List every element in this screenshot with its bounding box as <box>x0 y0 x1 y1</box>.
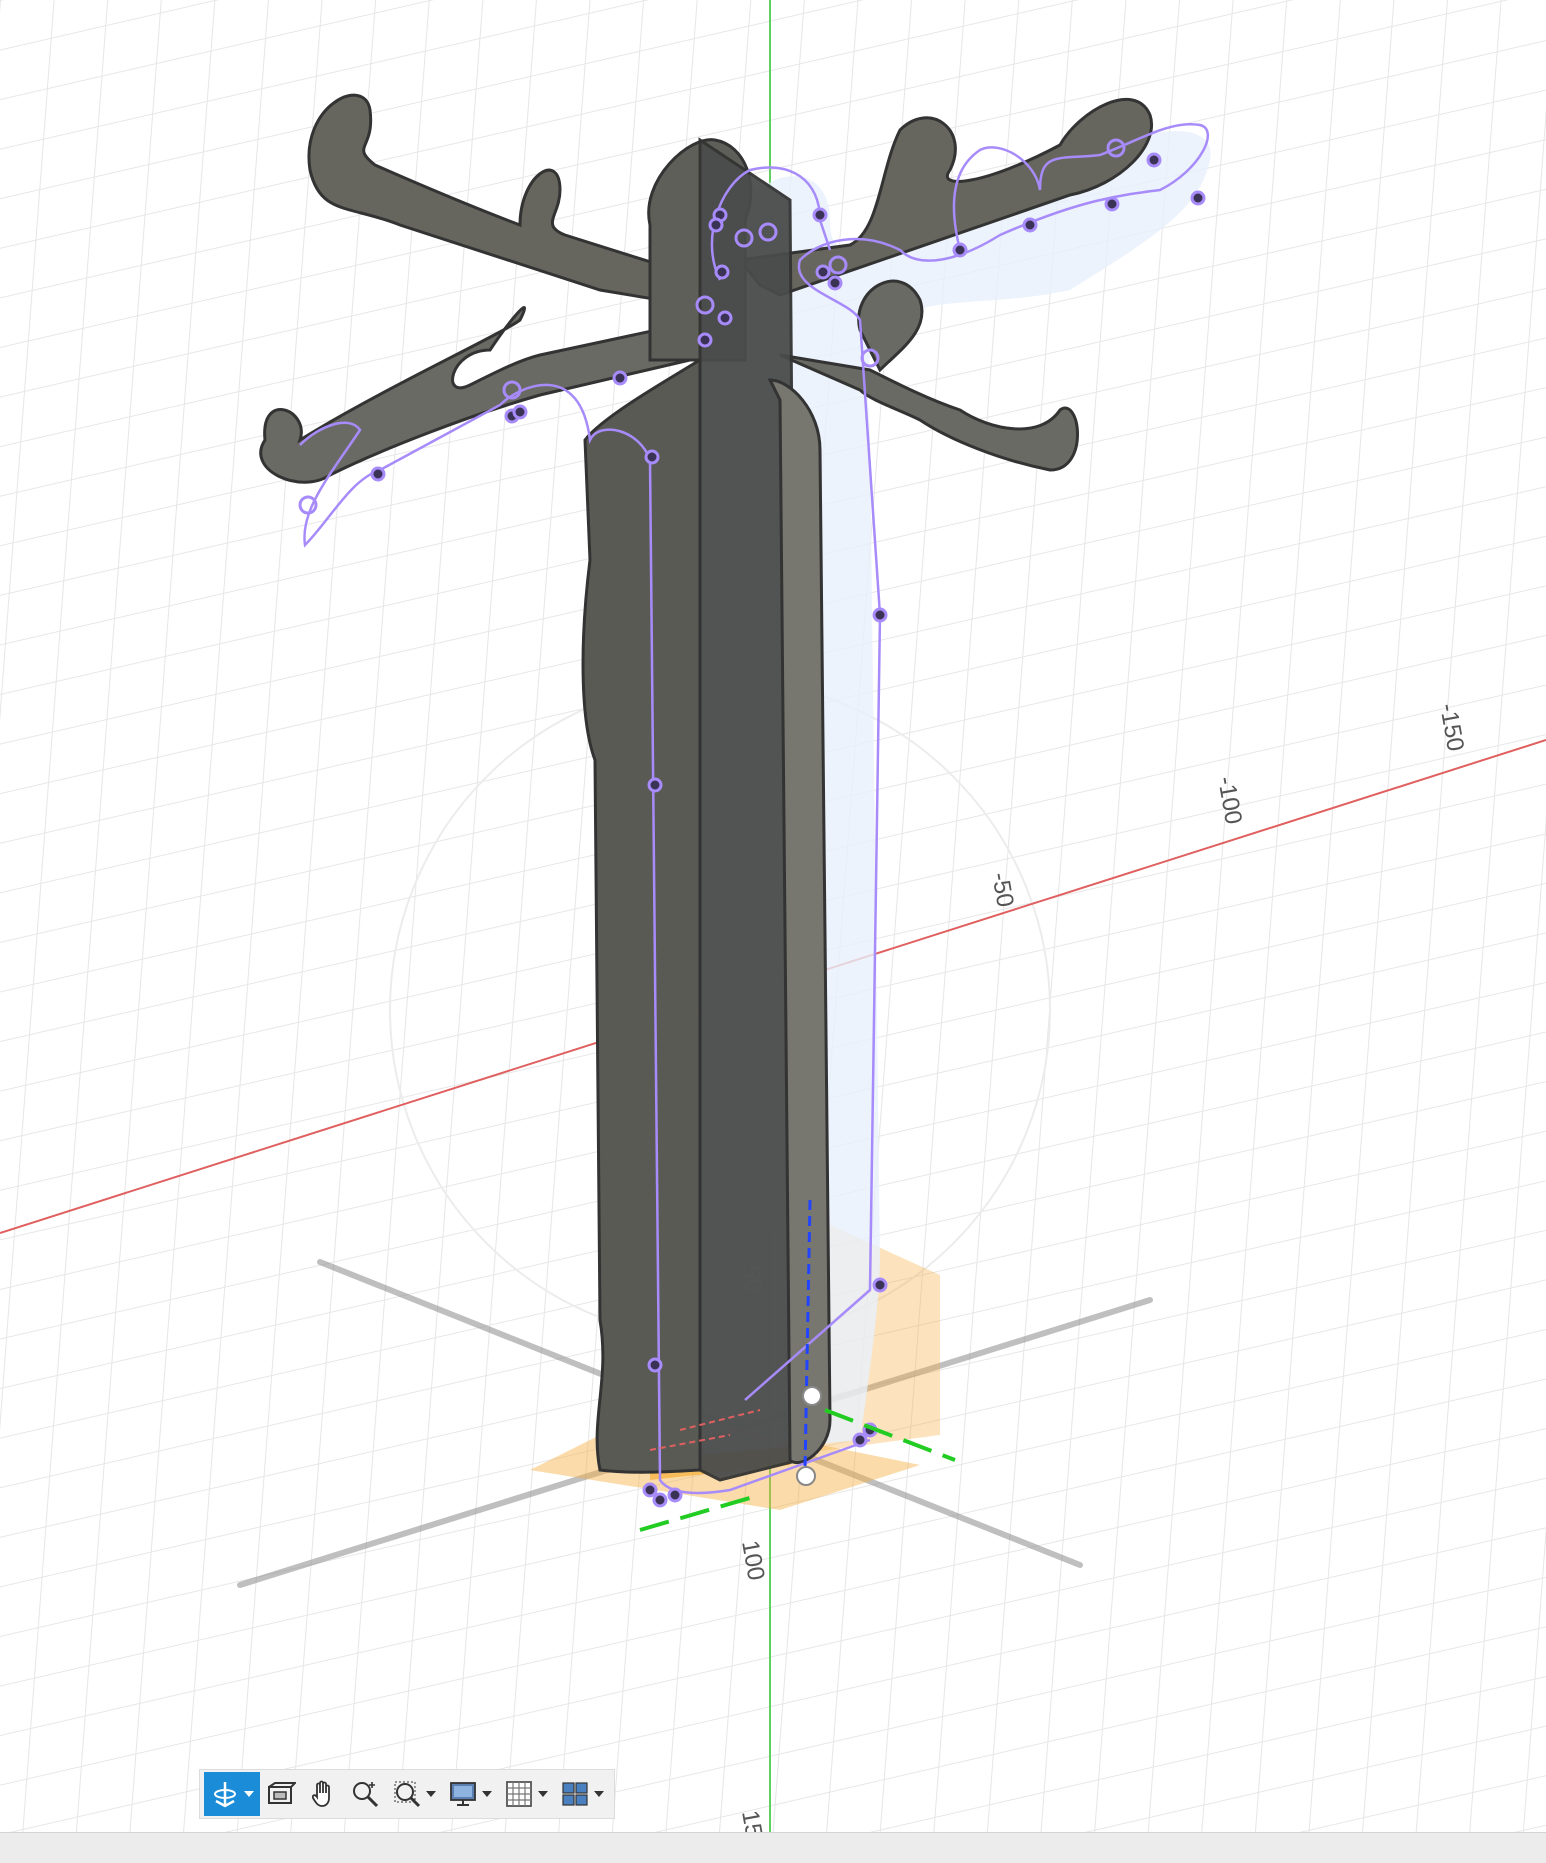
navigation-toolbar <box>199 1769 615 1819</box>
grid-icon <box>506 1781 532 1807</box>
origin-point-lower[interactable] <box>796 1466 816 1486</box>
viewports-icon <box>562 1782 588 1806</box>
monitor-icon <box>450 1782 476 1806</box>
fit-button[interactable] <box>386 1772 442 1816</box>
grid-snaps-button[interactable] <box>498 1772 554 1816</box>
look-at-button[interactable] <box>260 1772 302 1816</box>
chevron-down-icon[interactable] <box>482 1791 492 1797</box>
origin-point-upper[interactable] <box>802 1386 822 1406</box>
pan-button[interactable] <box>302 1772 344 1816</box>
axis-label-50: 50 <box>736 1263 767 1294</box>
viewport-scene: -150 -100 -50 50 100 15 <box>0 0 1546 1862</box>
bottom-status-strip <box>0 1832 1546 1863</box>
orbit-icon <box>214 1782 236 1808</box>
chevron-down-icon[interactable] <box>538 1791 548 1797</box>
zoom-icon <box>353 1782 379 1808</box>
viewports-button[interactable] <box>554 1772 610 1816</box>
look-at-icon <box>268 1782 296 1804</box>
display-settings-button[interactable] <box>442 1772 498 1816</box>
canvas-viewport[interactable]: -150 -100 -50 50 100 15 <box>0 0 1546 1862</box>
zoom-window-icon <box>394 1781 421 1808</box>
orbit-button[interactable] <box>204 1772 260 1816</box>
chevron-down-icon[interactable] <box>244 1791 254 1797</box>
zoom-button[interactable] <box>344 1772 386 1816</box>
chevron-down-icon[interactable] <box>594 1791 604 1797</box>
chevron-down-icon[interactable] <box>426 1791 436 1797</box>
hand-icon <box>311 1780 330 1807</box>
